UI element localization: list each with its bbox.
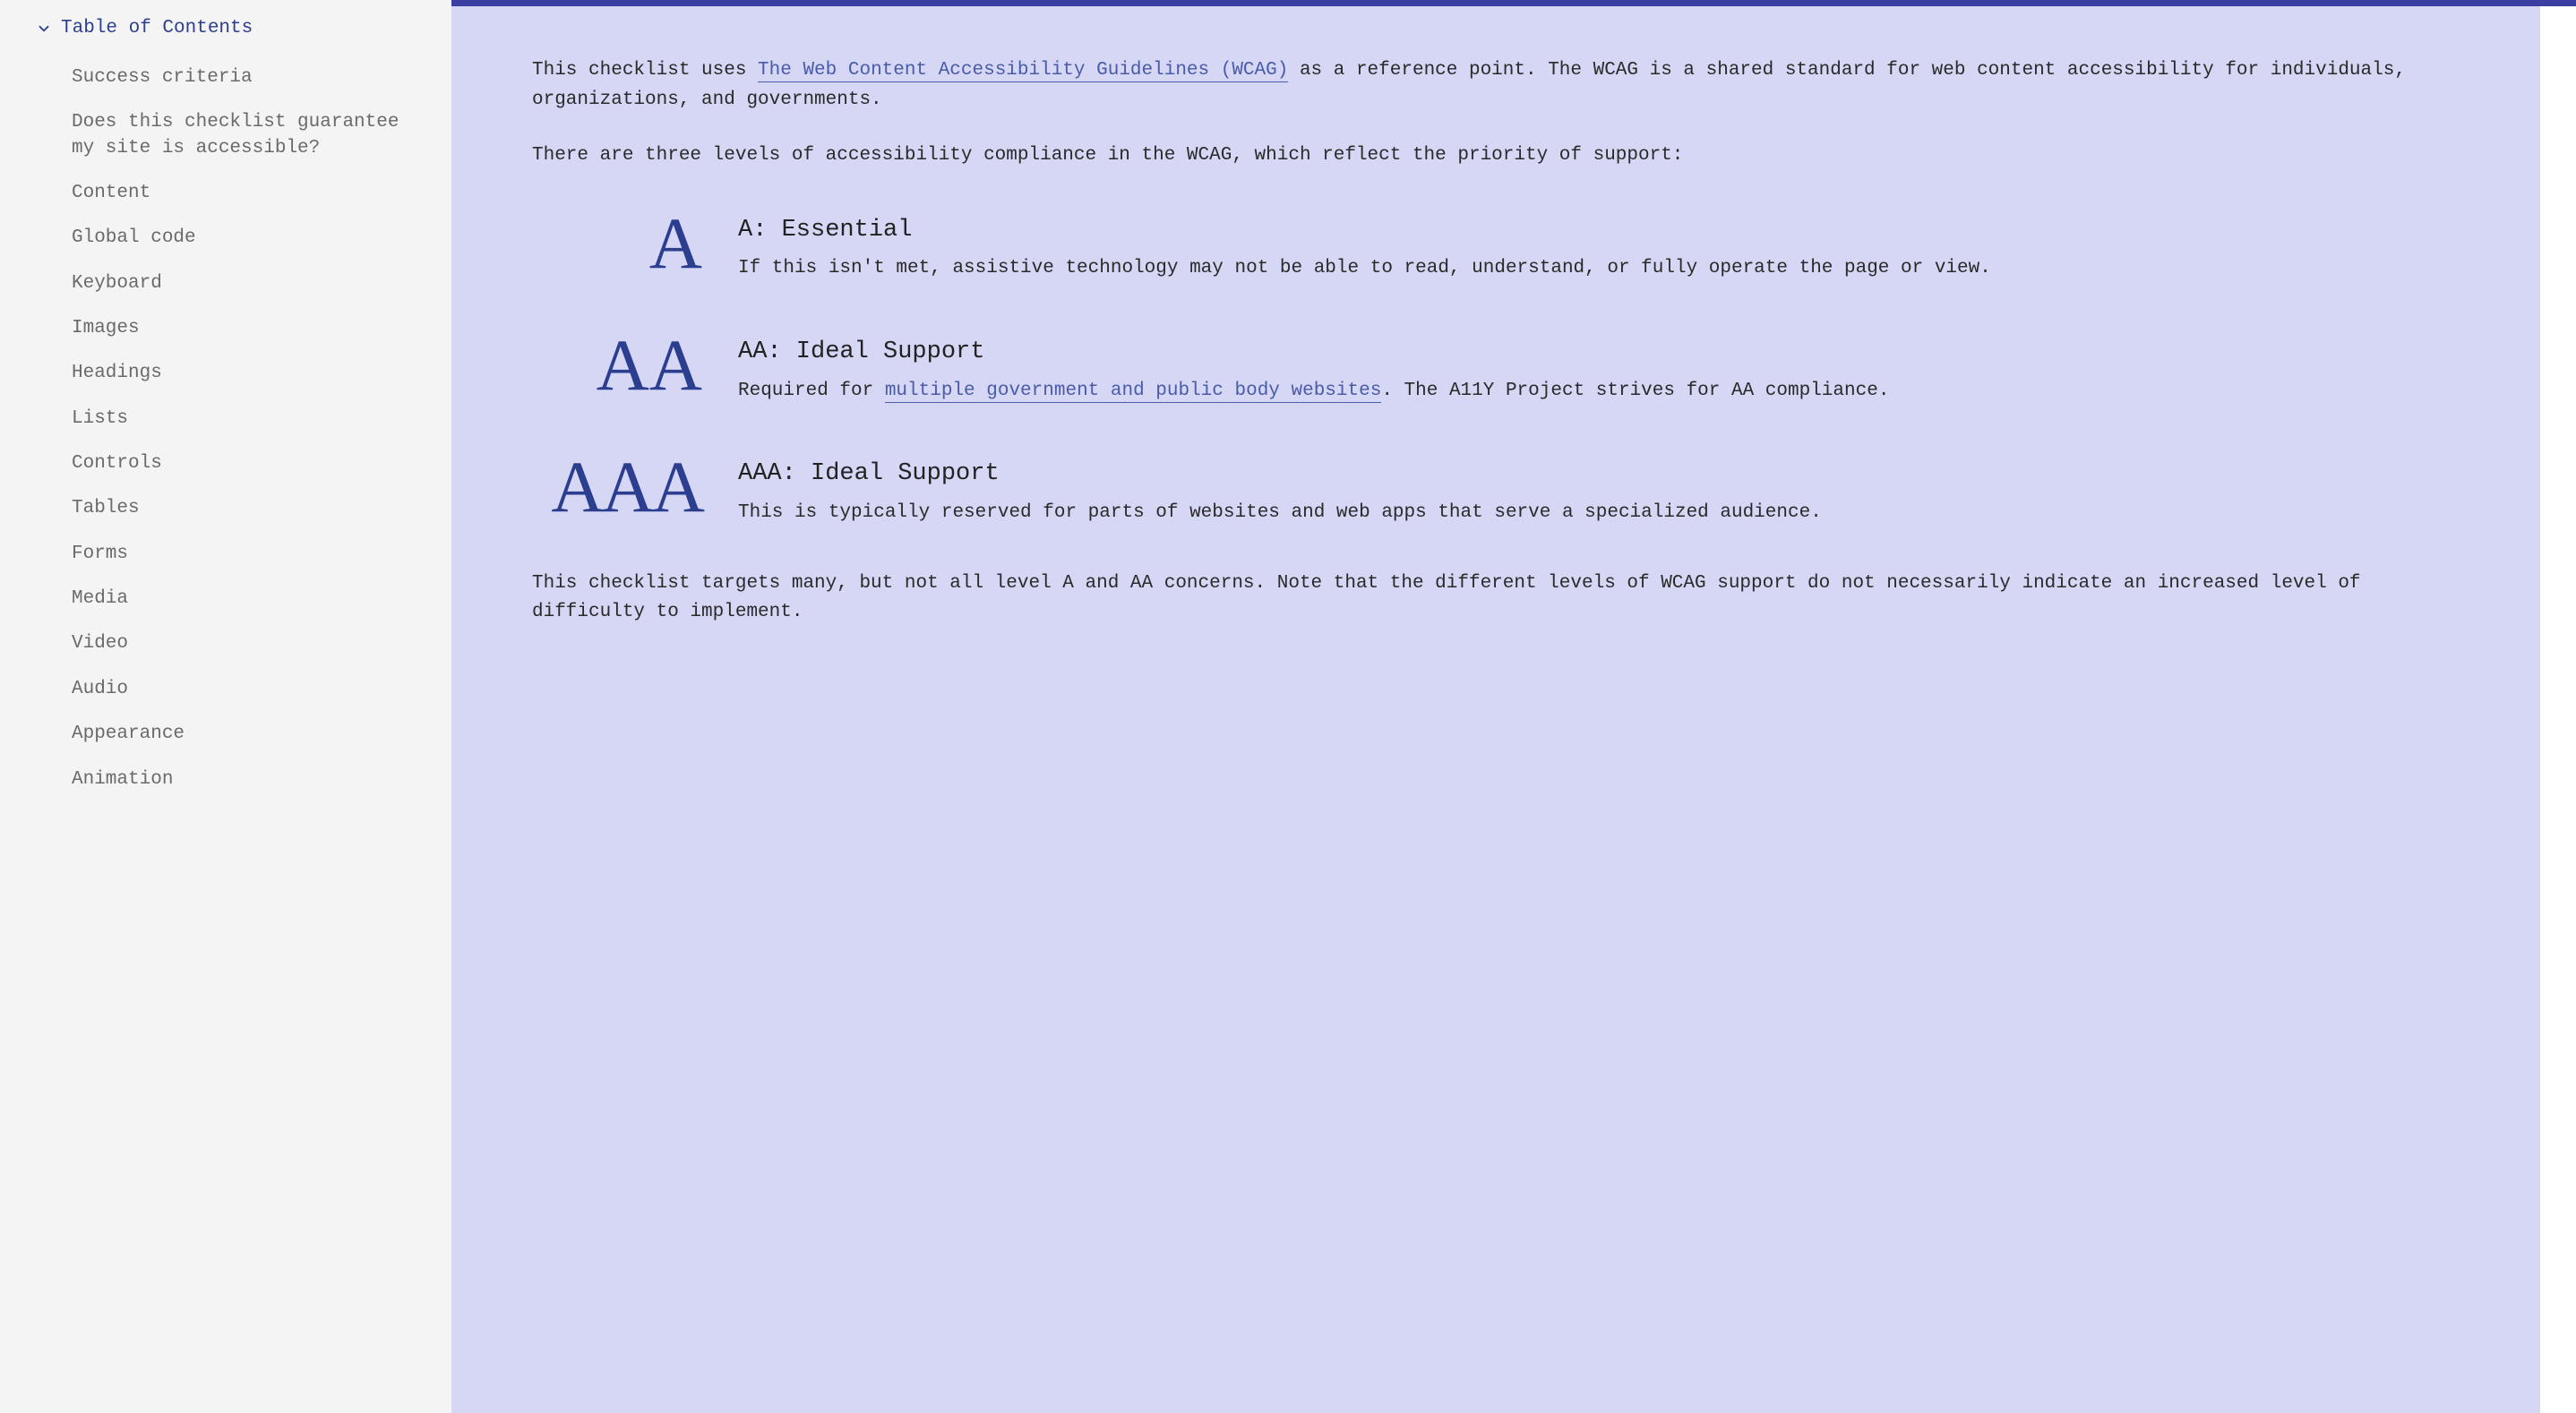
level-aa-desc-pre: Required for bbox=[738, 381, 885, 401]
toc-item: Tables bbox=[72, 496, 416, 521]
toc-item: Appearance bbox=[72, 722, 416, 747]
level-aaa-badge: AAA bbox=[532, 456, 702, 518]
level-a-title: A: Essential bbox=[738, 212, 2460, 250]
wcag-link[interactable]: The Web Content Accessibility Guidelines… bbox=[758, 60, 1288, 82]
toc-item: Lists bbox=[72, 407, 416, 432]
toc-link-animation[interactable]: Animation bbox=[72, 767, 416, 792]
level-a-body: A: Essential If this isn't met, assistiv… bbox=[729, 212, 2460, 284]
toc-item: Does this checklist guarantee my site is… bbox=[72, 110, 416, 161]
toc-link-lists[interactable]: Lists bbox=[72, 407, 416, 432]
toc-item: Images bbox=[72, 316, 416, 341]
toc-link-images[interactable]: Images bbox=[72, 316, 416, 341]
toc-link-content[interactable]: Content bbox=[72, 181, 416, 206]
toc-link-appearance[interactable]: Appearance bbox=[72, 722, 416, 747]
toc-link-media[interactable]: Media bbox=[72, 587, 416, 612]
level-aaa-desc: This is typically reserved for parts of … bbox=[738, 499, 2460, 528]
gov-websites-link[interactable]: multiple government and public body webs… bbox=[885, 381, 1382, 403]
toc-link-forms[interactable]: Forms bbox=[72, 542, 416, 567]
toc-item: Animation bbox=[72, 767, 416, 792]
toc-link-video[interactable]: Video bbox=[72, 631, 416, 656]
level-a-badge: A bbox=[532, 212, 702, 275]
toc-link-audio[interactable]: Audio bbox=[72, 677, 416, 702]
toc-list: Success criteria Does this checklist gua… bbox=[36, 65, 416, 792]
level-a-desc: If this isn't met, assistive technology … bbox=[738, 254, 2460, 284]
toc-link-success-criteria[interactable]: Success criteria bbox=[72, 65, 416, 90]
level-aa-desc-post: . The A11Y Project strives for AA compli… bbox=[1381, 381, 1889, 401]
level-aa-body: AA: Ideal Support Required for multiple … bbox=[729, 334, 2460, 406]
intro-p1-pre: This checklist uses bbox=[532, 60, 758, 81]
toc-item: Content bbox=[72, 181, 416, 206]
toc-item: Media bbox=[72, 587, 416, 612]
toc-title: Table of Contents bbox=[61, 18, 253, 39]
level-aaa-title: AAA: Ideal Support bbox=[738, 456, 2460, 493]
outro-paragraph: This checklist targets many, but not all… bbox=[532, 569, 2460, 628]
top-accent-bar bbox=[451, 0, 2576, 6]
content-panel: This checklist uses The Web Content Acce… bbox=[451, 6, 2540, 1413]
toc-item: Headings bbox=[72, 361, 416, 386]
toc-link-guarantee[interactable]: Does this checklist guarantee my site is… bbox=[72, 110, 416, 161]
level-aa-desc: Required for multiple government and pub… bbox=[738, 377, 2460, 407]
toc-item: Audio bbox=[72, 677, 416, 702]
toc-item: Success criteria bbox=[72, 65, 416, 90]
main: This checklist uses The Web Content Acce… bbox=[451, 0, 2576, 1413]
toc-item: Forms bbox=[72, 542, 416, 567]
levels-list: A A: Essential If this isn't met, assist… bbox=[532, 212, 2460, 528]
level-aaa-body: AAA: Ideal Support This is typically res… bbox=[729, 456, 2460, 527]
toc-item: Global code bbox=[72, 226, 416, 251]
page-root: Table of Contents Success criteria Does … bbox=[0, 0, 2576, 1413]
toc-item: Controls bbox=[72, 451, 416, 476]
level-a-row: A A: Essential If this isn't met, assist… bbox=[532, 212, 2460, 284]
toc-link-global-code[interactable]: Global code bbox=[72, 226, 416, 251]
toc-item: Keyboard bbox=[72, 271, 416, 296]
toc-link-tables[interactable]: Tables bbox=[72, 496, 416, 521]
level-aaa-desc-text: This is typically reserved for parts of … bbox=[738, 502, 1822, 523]
level-aa-title: AA: Ideal Support bbox=[738, 334, 2460, 372]
level-aa-badge: AA bbox=[532, 334, 702, 397]
toc-link-keyboard[interactable]: Keyboard bbox=[72, 271, 416, 296]
toc-item: Video bbox=[72, 631, 416, 656]
toc-link-controls[interactable]: Controls bbox=[72, 451, 416, 476]
intro-paragraph-2: There are three levels of accessibility … bbox=[532, 141, 2460, 171]
chevron-down-icon bbox=[36, 21, 52, 37]
level-aa-row: AA AA: Ideal Support Required for multip… bbox=[532, 334, 2460, 406]
level-a-desc-text: If this isn't met, assistive technology … bbox=[738, 258, 1991, 278]
toc-toggle[interactable]: Table of Contents bbox=[36, 18, 416, 39]
level-aaa-row: AAA AAA: Ideal Support This is typically… bbox=[532, 456, 2460, 527]
intro-paragraph-1: This checklist uses The Web Content Acce… bbox=[532, 56, 2460, 115]
toc-link-headings[interactable]: Headings bbox=[72, 361, 416, 386]
sidebar: Table of Contents Success criteria Does … bbox=[0, 0, 451, 1413]
